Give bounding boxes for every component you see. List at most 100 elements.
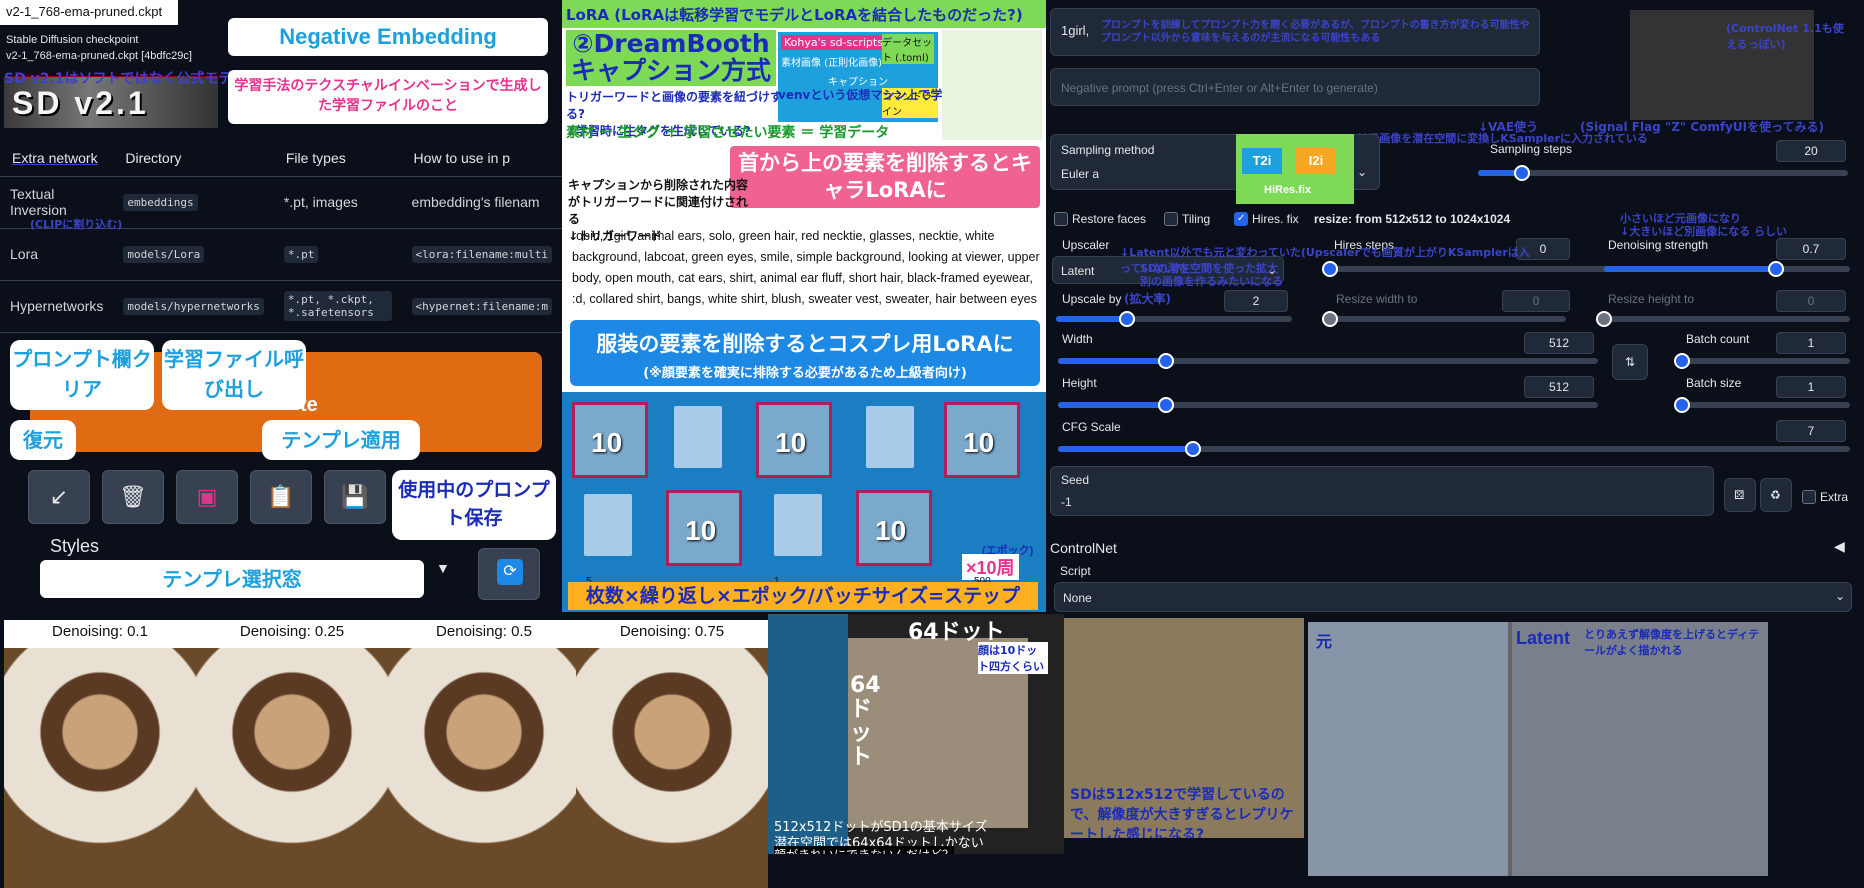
checkpoint-tab[interactable]: v2-1_768-ema-pruned.ckpt [0, 0, 178, 25]
check-icon: ✓ [1237, 213, 1246, 224]
save-icon: 💾 [341, 484, 369, 509]
batch-count-input[interactable]: 1 [1776, 332, 1846, 354]
checkpoint-select[interactable]: v2-1_768-ema-pruned.ckpt [4bdfc29c] [6, 50, 192, 62]
resize-height-slider[interactable] [1596, 311, 1850, 327]
cfg-label: CFG Scale [1062, 420, 1121, 434]
batch-count-slider[interactable] [1674, 353, 1850, 369]
astronaut-image [388, 648, 580, 888]
astronaut-image [576, 648, 768, 888]
upscale-by-slider[interactable] [1056, 311, 1292, 327]
width-input[interactable]: 512 [1524, 332, 1594, 354]
col-extra-network: Extra network [0, 140, 114, 177]
upscale-by-input[interactable]: 2 [1224, 290, 1288, 312]
denoise-caption: Denoising: 0.5 [436, 623, 532, 640]
script-value: None [1063, 591, 1092, 605]
cfg-input[interactable]: 7 [1776, 420, 1846, 442]
thumb-num: 10 [775, 427, 807, 458]
triangle-left-icon[interactable]: ◀ [1834, 538, 1845, 555]
controlnet-header[interactable]: ControlNet [1050, 540, 1117, 556]
hires-fix-checkbox[interactable]: ✓ [1234, 212, 1248, 226]
cosplay-line1: 服装の要素を削除するとコスプレ用LoRAに [596, 332, 1014, 356]
sd-note: SD v2.1はソフトではなく公式モデル？ [4, 71, 261, 87]
row-use: <lora:filename:multi [411, 245, 552, 263]
denoise-caption: Denoising: 0.1 [52, 623, 148, 640]
astronaut-image [4, 648, 196, 888]
prompt-text: 1girl, [1061, 23, 1090, 38]
resize-width-input[interactable]: 0 [1502, 290, 1570, 312]
extra-seed-checkbox[interactable] [1802, 490, 1816, 504]
training-images-grid: 10 10 10 10 10 (エポック) ×10周 5 1 500 枚数×繰り… [562, 392, 1046, 612]
checkpoint-label: Stable Diffusion checkpoint [6, 34, 139, 46]
thumb-num: 10 [875, 515, 907, 546]
chevron-down-icon[interactable]: ▼ [436, 560, 450, 576]
sampling-steps-slider[interactable] [1478, 165, 1848, 181]
styles-dropdown[interactable]: テンプレ選択窓 [40, 560, 424, 598]
latent-label: Latent [1516, 628, 1570, 648]
restore-faces-label: Restore faces [1072, 212, 1147, 226]
script-select[interactable]: None ⌄ [1054, 582, 1852, 612]
group-replicate-image: SDは512x512で学習しているので、解像度が大きすぎるとレプリケートした感じ… [1064, 618, 1304, 838]
bubble-restore: 復元 [10, 420, 76, 460]
resize-info: resize: from 512x512 to 1024x1024 [1314, 212, 1511, 226]
batch-count-label: Batch count [1686, 332, 1750, 346]
latent-note: とりあえず解像度を上げるとディテールがよく描かれる [1584, 628, 1760, 657]
seed-value: -1 [1061, 495, 1072, 509]
cfg-slider[interactable] [1058, 441, 1850, 457]
negative-prompt-input[interactable]: Negative prompt (press Ctrl+Enter or Alt… [1050, 68, 1540, 106]
denoise-slider[interactable] [1604, 261, 1850, 277]
load-extra-networks-button[interactable]: ▣ [176, 470, 238, 524]
denoise-note: 小さいほど元画像になり ↓大きいほど別画像になる らしい [1620, 212, 1788, 238]
resize-height-input[interactable]: 0 [1776, 290, 1846, 312]
reuse-seed-button[interactable]: ♻ [1760, 478, 1792, 512]
random-seed-button[interactable]: ⚄ [1724, 478, 1756, 512]
t2i-i2i-badge: T2i I2i HiRes.fix [1236, 134, 1354, 204]
upscaler-value: Latent [1061, 264, 1095, 278]
dreambooth-title: ②DreamBoothキャプション方式 [566, 30, 776, 86]
save-style-button[interactable]: 💾 [324, 470, 386, 524]
sampling-steps-input[interactable]: 20 [1776, 140, 1846, 162]
recycle-icon: ♻ [1770, 488, 1781, 502]
row-types: *.pt [283, 245, 319, 263]
resize-width-slider[interactable] [1322, 311, 1566, 327]
row-name: Lora [0, 228, 114, 281]
neg-embed-title: Negative Embedding [228, 18, 548, 56]
seed-box[interactable]: Seed -1 [1050, 466, 1714, 516]
styles-label: Styles [50, 536, 100, 556]
denoise-sample: Denoising: 0.1 [4, 620, 196, 888]
apply-style-button[interactable]: 📋 [250, 470, 312, 524]
thumb-image: 10 [856, 490, 932, 566]
cosplay-bar: 服装の要素を削除するとコスプレ用LoRAに (※顔要素を確実に排除する必要がある… [570, 320, 1040, 386]
batch-size-label: Batch size [1686, 376, 1742, 390]
restore-button[interactable]: ↙ [28, 470, 90, 524]
clear-prompt-button[interactable]: 🗑 [102, 470, 164, 524]
latent-compare: 元 Latent とりあえず解像度を上げるとディテールがよく描かれる [1308, 622, 1768, 876]
row-types: *.pt, *.ckpt, *.safetensors [283, 291, 392, 321]
restore-faces-checkbox[interactable] [1054, 212, 1068, 226]
tiling-checkbox[interactable] [1164, 212, 1178, 226]
thumb-num: 10 [685, 515, 717, 546]
extra-label: Extra [1820, 490, 1849, 504]
dataset-label: データセット (.toml) [882, 34, 934, 64]
width-slider[interactable] [1058, 353, 1598, 369]
swap-dims-button[interactable]: ⇅ [1612, 344, 1648, 380]
thumb-image: 10 [572, 402, 648, 478]
zoom-note: (拡大率) [1124, 292, 1171, 306]
i2i-label: I2i [1296, 148, 1336, 174]
height-input[interactable]: 512 [1524, 376, 1594, 398]
col-file-types: File types [273, 140, 402, 177]
robin-character-image [942, 30, 1042, 140]
col-directory: Directory [113, 140, 274, 177]
batch-size-input[interactable]: 1 [1776, 376, 1846, 398]
prompt-input[interactable]: 1girl, プロンプトを訓練してプロンプト力を磨く必要があるが、プロンプトの書… [1050, 8, 1540, 56]
upscaler-label: Upscaler [1062, 238, 1110, 252]
refresh-styles-button[interactable]: ⟳ [478, 548, 540, 600]
thumb-image: 10 [756, 402, 832, 478]
denoise-sample: Denoising: 0.5 [388, 620, 580, 888]
batch-size-slider[interactable] [1674, 397, 1850, 413]
height-label: Height [1062, 376, 1097, 390]
denoise-input[interactable]: 0.7 [1776, 238, 1846, 260]
original-image [1308, 622, 1508, 876]
thumb-num: 10 [963, 427, 995, 458]
file-icon [774, 494, 822, 556]
height-slider[interactable] [1058, 397, 1598, 413]
